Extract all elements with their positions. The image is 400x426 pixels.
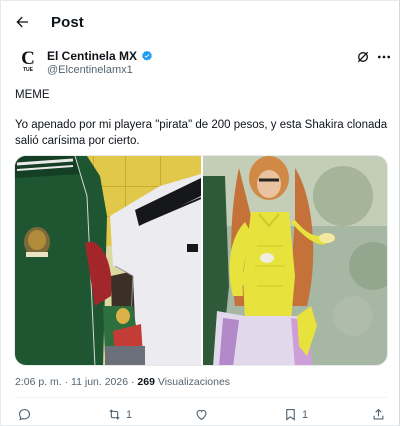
share-button[interactable] (371, 407, 386, 422)
jersey-photo[interactable] (15, 156, 201, 365)
reply-button[interactable] (17, 407, 36, 422)
shakira-photo[interactable] (203, 156, 387, 365)
avatar-sub: TUE (23, 67, 33, 73)
media-grid[interactable] (14, 155, 388, 366)
meta-separator: · (131, 376, 135, 388)
action-bar: 1 1 (1, 404, 400, 426)
back-button[interactable] (12, 12, 32, 32)
shakira-photo-illustration (203, 156, 387, 365)
page-title: Post (51, 14, 84, 31)
views-count: 269 (137, 376, 155, 388)
retweet-button[interactable]: 1 (107, 407, 132, 422)
name-row: El Centinela MX (47, 49, 153, 63)
like-icon (196, 409, 207, 421)
views-label: Visualizaciones (157, 376, 231, 388)
bookmark-button[interactable]: 1 (283, 407, 308, 422)
share-icon (373, 408, 384, 420)
jersey-photo-illustration (15, 156, 201, 365)
retweet-icon (109, 409, 120, 420)
divider (15, 397, 387, 398)
tweet-date[interactable]: 11 jun. 2026 (71, 376, 128, 388)
handle[interactable]: @Elcentinelamx1 (47, 64, 133, 76)
verified-badge-icon (142, 50, 152, 61)
tweet-meta: 2:06 p. m. · 11 jun. 2026 · 269 Visualiz… (15, 376, 230, 388)
bookmark-icon (286, 408, 295, 421)
back-arrow-icon (16, 16, 28, 28)
avatar-letter: C (21, 48, 35, 69)
reply-icon (18, 408, 31, 421)
grok-icon[interactable] (355, 49, 371, 65)
bookmark-count: 1 (302, 408, 309, 421)
tweet-detail-panel: Post C TUE El Centinela MX @Elcentinelam… (0, 0, 400, 426)
top-bar: Post (1, 1, 400, 45)
tweet-time[interactable]: 2:06 p. m. (15, 376, 62, 388)
tweet-text-body: Yo apenado por mi playera "pirata" de 20… (15, 119, 388, 147)
meta-separator: · (64, 376, 69, 388)
like-button[interactable] (194, 407, 213, 422)
retweet-count: 1 (126, 408, 133, 421)
tweet-text-line1: MEME (15, 89, 50, 101)
more-icon[interactable] (376, 49, 392, 65)
avatar[interactable]: C TUE (15, 49, 41, 75)
display-name[interactable]: El Centinela MX (47, 49, 137, 63)
